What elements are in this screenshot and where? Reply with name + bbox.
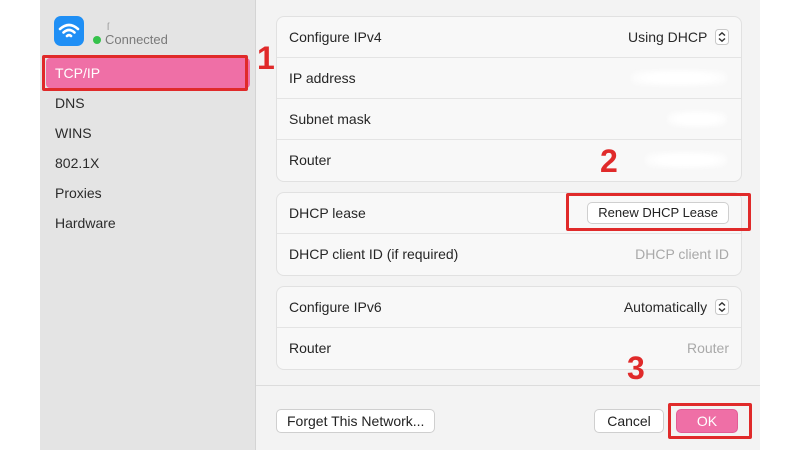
step-3-marker: 3 xyxy=(627,350,645,386)
highlight-ok xyxy=(668,403,752,439)
ipv6-router-field[interactable]: Router xyxy=(687,328,729,369)
redacted-ip-value xyxy=(631,70,727,86)
ipv6-group: Configure IPv6 Automatically Router Rout… xyxy=(276,286,742,370)
configure-ipv4-select[interactable]: Using DHCP xyxy=(628,17,729,58)
ip-address-row: IP address xyxy=(277,58,741,99)
sidebar-item-wins[interactable]: WINS xyxy=(40,118,256,148)
configure-ipv4-row: Configure IPv4 Using DHCP xyxy=(277,17,741,58)
connection-status-dot xyxy=(93,36,101,44)
configure-ipv6-value: Automatically xyxy=(623,299,708,315)
forget-network-button[interactable]: Forget This Network... xyxy=(276,409,436,433)
redacted-router-value xyxy=(645,152,727,168)
sidebar-item-proxies[interactable]: Proxies xyxy=(40,178,256,208)
configure-ipv6-row: Configure IPv6 Automatically xyxy=(277,287,741,328)
ipv6-router-row: Router Router xyxy=(277,328,741,369)
ipv6-router-label: Router xyxy=(289,340,332,356)
step-2-marker: 2 xyxy=(600,143,618,179)
highlight-tcpip xyxy=(42,55,248,91)
router-label: Router xyxy=(289,152,332,168)
dhcp-client-id-field[interactable]: DHCP client ID xyxy=(635,234,729,275)
dhcp-client-id-label: DHCP client ID (if required) xyxy=(289,246,459,262)
connection-status: Connected xyxy=(105,32,168,47)
ipv4-group: Configure IPv4 Using DHCP IP address Sub… xyxy=(276,16,742,182)
updown-chevron-icon xyxy=(715,298,729,315)
configure-ipv4-value: Using DHCP xyxy=(628,29,708,45)
subnet-mask-label: Subnet mask xyxy=(289,111,371,127)
dhcp-lease-label: DHCP lease xyxy=(289,205,366,221)
router-row: Router xyxy=(277,140,741,181)
cancel-button[interactable]: Cancel xyxy=(594,409,664,433)
dhcp-client-id-row: DHCP client ID (if required) DHCP client… xyxy=(277,234,741,275)
configure-ipv6-label: Configure IPv6 xyxy=(289,299,382,315)
footer-divider xyxy=(256,385,760,386)
sidebar-item-dns[interactable]: DNS xyxy=(40,88,256,118)
ip-address-label: IP address xyxy=(289,70,356,86)
sidebar-item-8021x[interactable]: 802.1X xyxy=(40,148,256,178)
wifi-icon xyxy=(54,16,84,46)
configure-ipv6-select[interactable]: Automatically xyxy=(624,287,729,328)
configure-ipv4-label: Configure IPv4 xyxy=(289,29,382,45)
sidebar-item-hardware[interactable]: Hardware xyxy=(40,208,256,238)
highlight-renew-lease xyxy=(566,193,751,231)
subnet-mask-row: Subnet mask xyxy=(277,99,741,140)
updown-chevron-icon xyxy=(715,28,729,45)
redacted-subnet-value xyxy=(667,111,727,127)
step-1-marker: 1 xyxy=(257,40,275,76)
